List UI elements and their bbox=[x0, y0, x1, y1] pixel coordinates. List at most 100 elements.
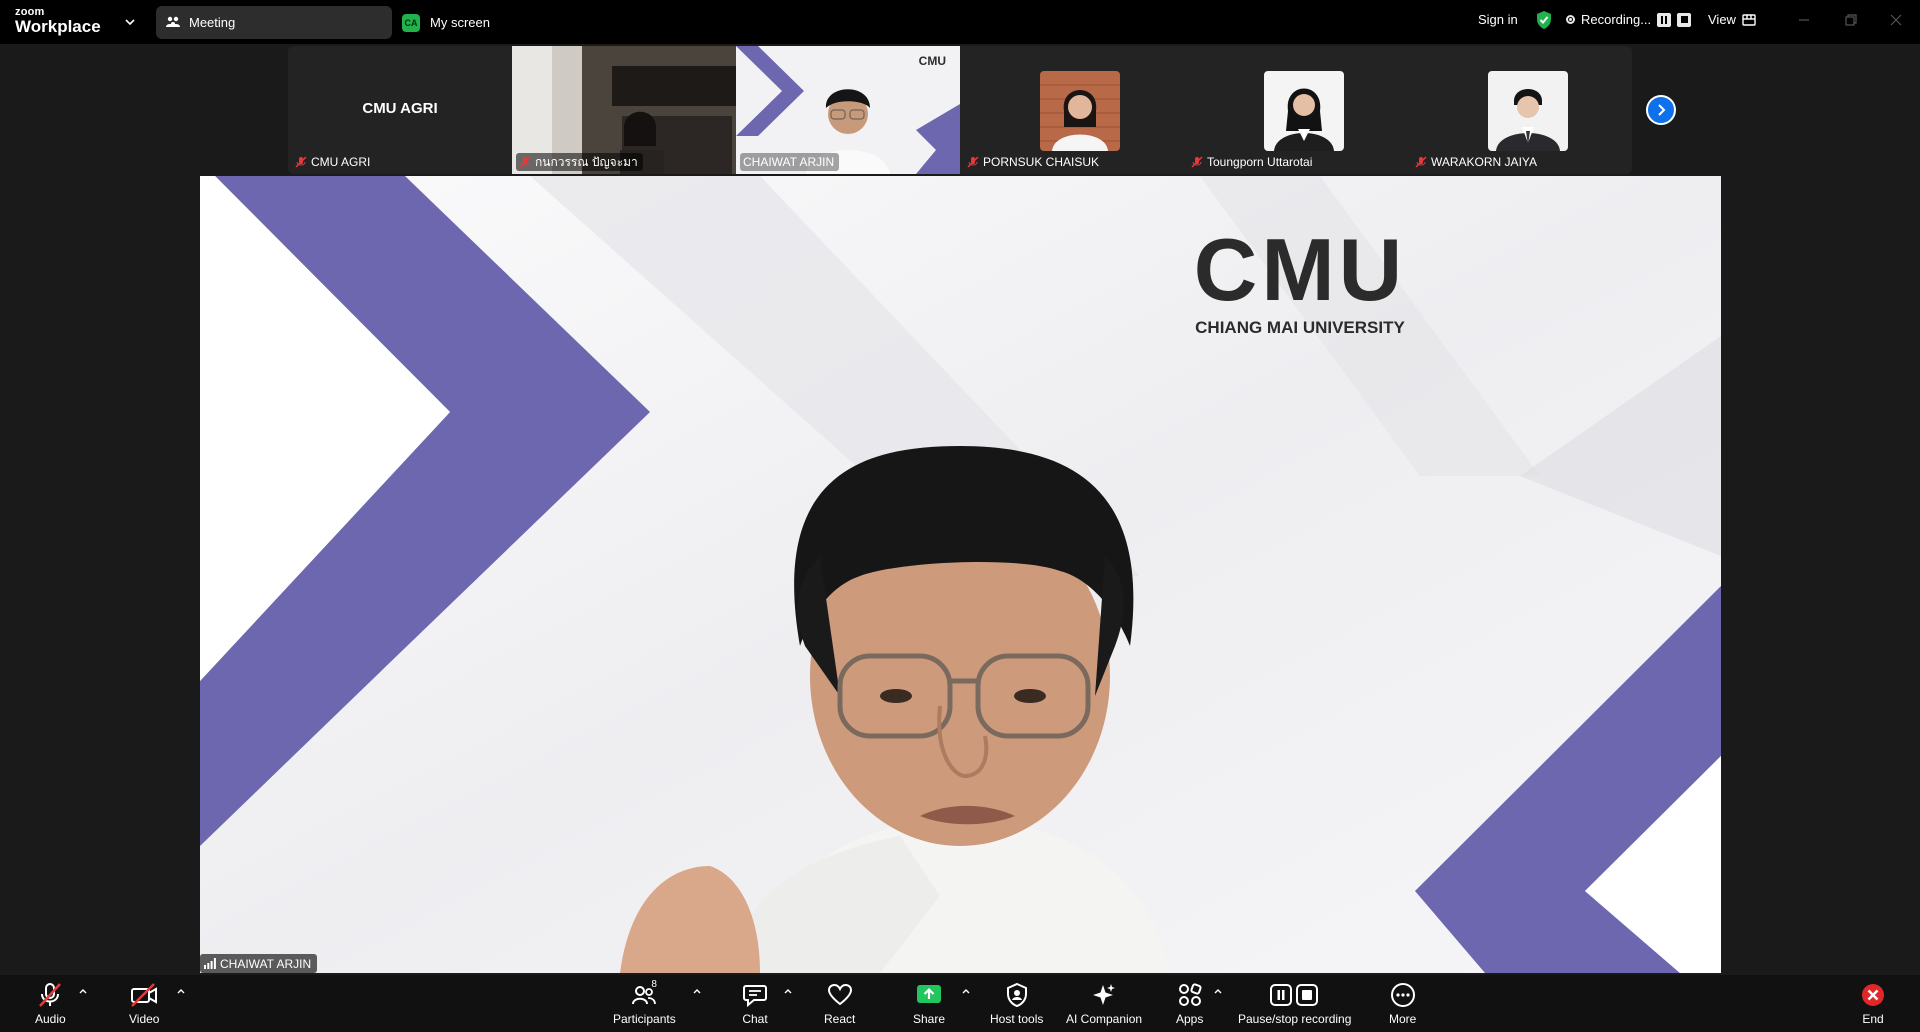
muted-mic-icon bbox=[1415, 156, 1427, 168]
tab-my-screen-label: My screen bbox=[430, 15, 490, 30]
cmu-logo-text: CMU bbox=[1193, 220, 1407, 319]
muted-mic-icon bbox=[39, 983, 62, 1007]
more-button[interactable]: More bbox=[1389, 981, 1416, 1026]
video-options-caret-icon[interactable] bbox=[176, 987, 186, 997]
active-speaker-video[interactable]: CMU CHIANG MAI UNIVERSITY bbox=[200, 176, 1721, 973]
chat-icon bbox=[743, 985, 767, 1007]
apps-options-caret-icon[interactable] bbox=[1213, 987, 1223, 997]
pause-recording-icon[interactable] bbox=[1657, 12, 1672, 27]
tab-my-screen[interactable]: CA My screen bbox=[402, 6, 490, 39]
cmu-logo-small: CMU bbox=[918, 54, 946, 68]
encryption-shield-icon[interactable] bbox=[1535, 10, 1553, 30]
participant-gallery: CMU AGRI CMU AGRI กนกวรรณ ปัญจะมา CMU CH… bbox=[288, 46, 1632, 174]
participant-tile[interactable]: PORNSUK CHAISUK bbox=[960, 46, 1184, 174]
grid-view-icon bbox=[1742, 13, 1756, 26]
participant-name-label: PORNSUK CHAISUK bbox=[964, 153, 1104, 171]
sparkle-icon bbox=[1093, 984, 1116, 1005]
audio-options-caret-icon[interactable] bbox=[78, 987, 88, 997]
pause-stop-recording-button[interactable]: Pause/stop recording bbox=[1238, 981, 1351, 1026]
participant-name-label: CHAIWAT ARJIN bbox=[740, 153, 840, 171]
participant-name: CHAIWAT ARJIN bbox=[743, 155, 835, 169]
participant-name: WARAKORN JAIYA bbox=[1431, 155, 1538, 169]
recording-indicator[interactable]: Recording... bbox=[1566, 12, 1692, 27]
participant-avatar bbox=[1488, 71, 1568, 151]
recording-dot-icon bbox=[1566, 15, 1575, 24]
participant-tile[interactable]: CMU AGRI CMU AGRI bbox=[288, 46, 512, 174]
participant-tile[interactable]: WARAKORN JAIYA bbox=[1408, 46, 1632, 174]
host-tools-label: Host tools bbox=[990, 1012, 1044, 1026]
muted-mic-icon bbox=[967, 156, 979, 168]
participant-tile[interactable]: Toungporn Uttarotai bbox=[1184, 46, 1408, 174]
ai-companion-label: AI Companion bbox=[1066, 1012, 1143, 1026]
heart-icon bbox=[827, 983, 852, 1006]
maximize-icon[interactable] bbox=[1843, 12, 1859, 28]
participant-avatar bbox=[1264, 71, 1344, 151]
participant-name: PORNSUK CHAISUK bbox=[983, 155, 1100, 169]
end-call-icon bbox=[1862, 984, 1884, 1006]
ai-companion-button[interactable]: AI Companion bbox=[1066, 981, 1142, 1026]
close-window-icon[interactable] bbox=[1888, 12, 1904, 28]
university-name: CHIANG MAI UNIVERSITY bbox=[1195, 318, 1405, 337]
participants-button[interactable]: 8 Participants bbox=[613, 979, 676, 1026]
audio-button[interactable]: Audio bbox=[35, 981, 66, 1026]
speaker-name: CHAIWAT ARJIN bbox=[220, 956, 312, 971]
participants-label: Participants bbox=[613, 1012, 676, 1026]
minimize-icon[interactable] bbox=[1796, 12, 1812, 28]
cmu-logo: CMU CHIANG MAI UNIVERSITY bbox=[1180, 226, 1420, 338]
tab-meeting[interactable]: Meeting bbox=[156, 6, 392, 39]
more-label: More bbox=[1389, 1012, 1417, 1026]
tab-meeting-label: Meeting bbox=[189, 15, 236, 30]
end-meeting-button[interactable]: End bbox=[1860, 981, 1886, 1026]
sign-in-link[interactable]: Sign in bbox=[1478, 12, 1518, 27]
meeting-toolbar: Audio Video 8 Participants Chat React Sh… bbox=[0, 975, 1920, 1032]
participant-tile-title: CMU AGRI bbox=[362, 100, 438, 117]
meeting-icon bbox=[166, 16, 180, 27]
chat-button[interactable]: Chat bbox=[742, 981, 768, 1026]
participants-options-caret-icon[interactable] bbox=[692, 987, 702, 997]
gallery-next-button[interactable] bbox=[1646, 95, 1676, 125]
view-label: View bbox=[1708, 12, 1736, 27]
share-button[interactable]: Share bbox=[913, 981, 945, 1026]
participant-tile-active[interactable]: CMU CHAIWAT ARJIN bbox=[736, 46, 960, 174]
stop-recording-icon[interactable] bbox=[1677, 12, 1692, 27]
share-screen-icon bbox=[917, 985, 942, 1003]
apps-button[interactable]: Apps bbox=[1176, 981, 1203, 1026]
speaker-video-feed bbox=[200, 176, 1721, 973]
screen-avatar-badge: CA bbox=[402, 13, 420, 32]
more-options-icon bbox=[1390, 983, 1415, 1007]
chat-label: Chat bbox=[742, 1012, 768, 1026]
participant-name-label: Toungporn Uttarotai bbox=[1188, 153, 1317, 171]
participant-name-label: CMU AGRI bbox=[292, 153, 375, 171]
recording-label: Recording... bbox=[1581, 12, 1652, 27]
muted-mic-icon bbox=[1191, 156, 1203, 168]
video-label: Video bbox=[129, 1012, 160, 1026]
share-label: Share bbox=[913, 1012, 946, 1026]
chat-options-caret-icon[interactable] bbox=[783, 987, 793, 997]
logo-bottom-text: Workplace bbox=[15, 17, 101, 36]
speaker-name-label: CHAIWAT ARJIN bbox=[200, 954, 318, 973]
signal-strength-icon bbox=[204, 958, 216, 969]
participant-tile[interactable]: กนกวรรณ ปัญจะมา bbox=[512, 46, 736, 174]
chevron-down-icon[interactable] bbox=[122, 14, 138, 30]
participant-name: กนกวรรณ ปัญจะมา bbox=[535, 154, 638, 169]
participant-name: CMU AGRI bbox=[311, 155, 371, 169]
chevron-right-icon bbox=[1658, 104, 1666, 116]
react-button[interactable]: React bbox=[824, 981, 855, 1026]
participant-avatar bbox=[1040, 71, 1120, 151]
react-label: React bbox=[824, 1012, 856, 1026]
shield-icon bbox=[1006, 982, 1027, 1008]
muted-mic-icon bbox=[519, 156, 531, 168]
pause-stop-label: Pause/stop recording bbox=[1238, 1012, 1352, 1026]
share-options-caret-icon[interactable] bbox=[961, 987, 971, 997]
video-button[interactable]: Video bbox=[129, 981, 159, 1026]
video-off-icon bbox=[131, 983, 158, 1007]
zoom-workplace-logo[interactable]: zoom Workplace bbox=[15, 7, 101, 36]
audio-label: Audio bbox=[35, 1012, 66, 1026]
apps-label: Apps bbox=[1176, 1012, 1204, 1026]
participant-name: Toungporn Uttarotai bbox=[1207, 155, 1313, 169]
host-tools-button[interactable]: Host tools bbox=[990, 981, 1043, 1026]
participant-name-label: กนกวรรณ ปัญจะมา bbox=[516, 153, 643, 171]
title-bar: zoom Workplace Meeting CA My screen Sign… bbox=[0, 0, 1920, 44]
view-button[interactable]: View bbox=[1708, 12, 1756, 27]
apps-icon bbox=[1178, 983, 1202, 1006]
